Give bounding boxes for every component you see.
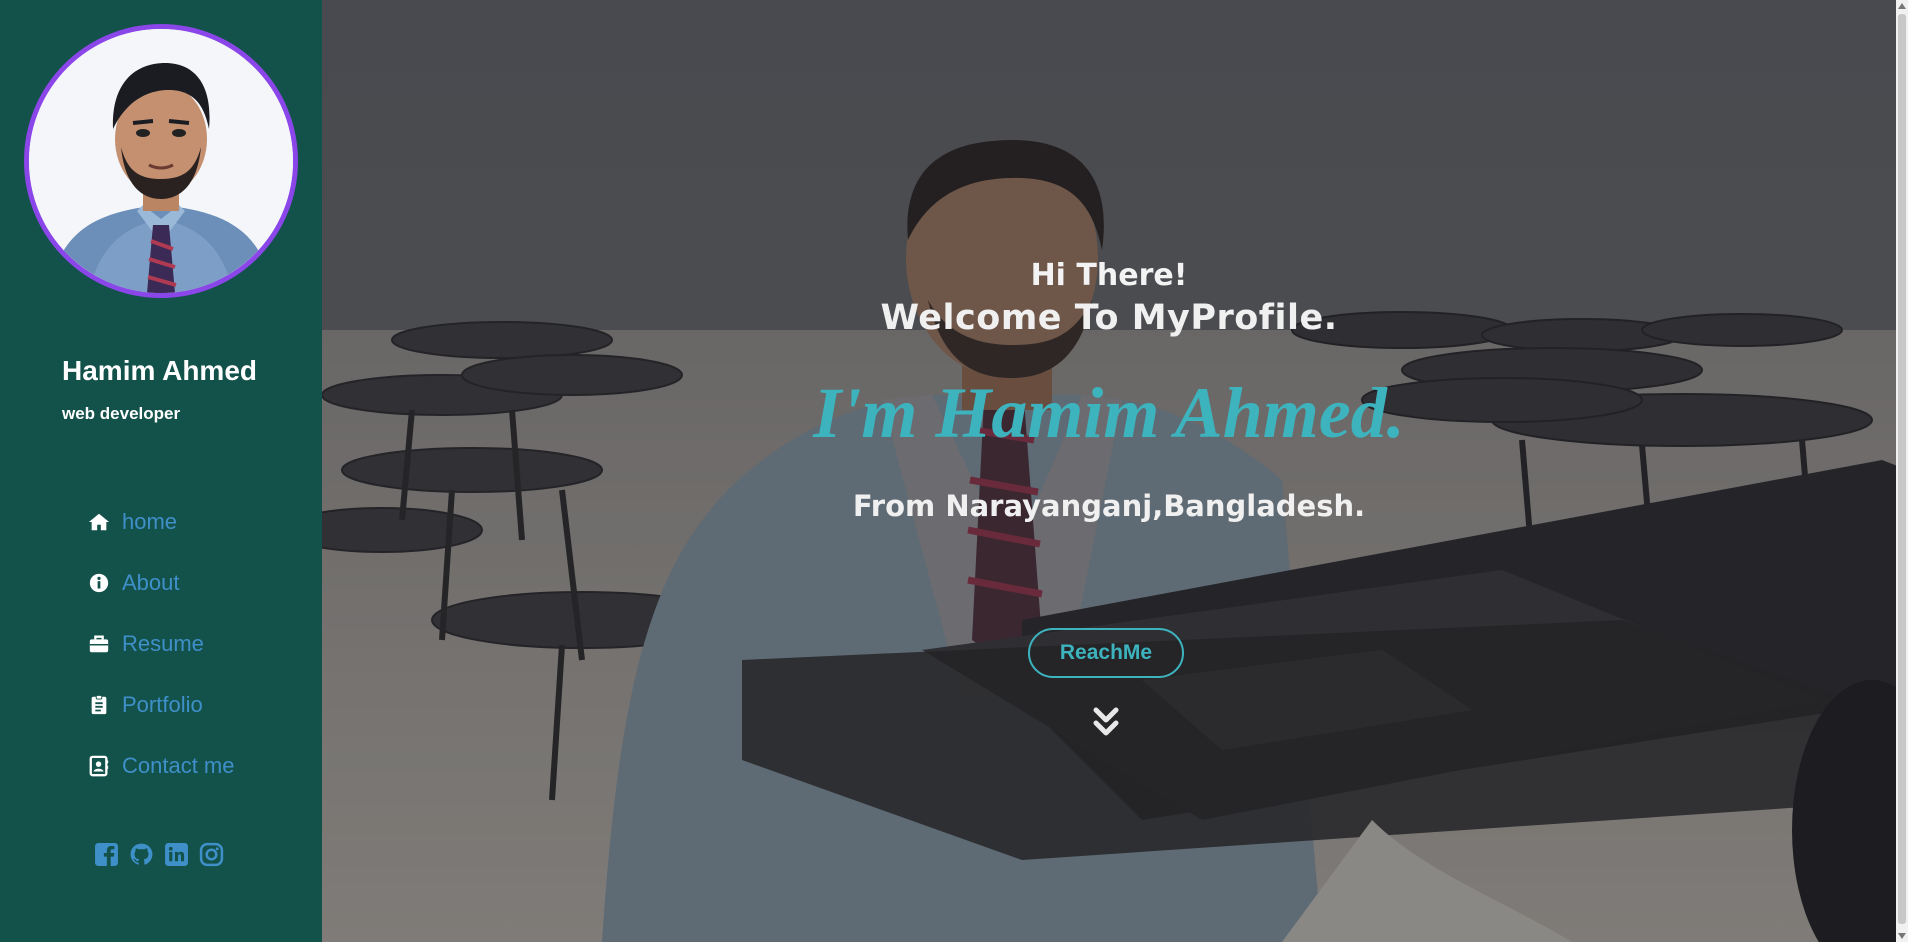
sidebar-item-label: home [122,508,178,534]
profile-photo [29,29,293,293]
hero-location: From Narayanganj,Bangladesh. [852,489,1366,523]
profile-role: web developer [62,404,181,423]
clipboard-icon [86,692,112,718]
hero-section: Hi There! Welcome To MyProfile. I'm Hami… [322,0,1908,942]
profile-name: Hamim Ahmed [62,355,258,386]
hero-welcome: Welcome To MyProfile. [880,298,1338,338]
social-links [93,841,224,867]
info-icon [86,570,112,596]
github-icon[interactable] [128,841,154,867]
instagram-icon[interactable] [198,841,224,867]
scroll-up-icon[interactable] [1898,3,1906,9]
hero-overlay [322,0,1908,942]
linkedin-icon[interactable] [163,841,189,867]
hero-greeting: Hi There! [1030,258,1188,293]
sidebar-nav: home About Resume Portfolio Contact me [86,491,235,796]
sidebar-item-portfolio[interactable]: Portfolio [86,674,235,735]
facebook-icon[interactable] [93,841,119,867]
sidebar-item-about[interactable]: About [86,552,235,613]
avatar [24,24,298,298]
reach-me-button[interactable]: ReachMe [1028,628,1184,678]
page-scrollbar[interactable] [1896,0,1908,942]
sidebar-item-label: About [122,569,180,595]
sidebar-item-label: Resume [122,630,204,656]
home-icon [86,509,112,535]
sidebar-item-home[interactable]: home [86,491,235,552]
sidebar: Hamim Ahmed web developer home About Res… [0,0,322,942]
scrollbar-thumb[interactable] [1898,14,1906,924]
chevron-double-down-icon[interactable] [1092,706,1120,738]
sidebar-item-label: Portfolio [122,691,203,717]
scroll-down-icon[interactable] [1898,933,1906,939]
briefcase-icon [86,631,112,657]
sidebar-item-label: Contact me [122,752,235,778]
hero-headline: I'm Hamim Ahmed. [813,373,1405,453]
contact-icon [86,753,112,779]
sidebar-item-contact[interactable]: Contact me [86,735,235,796]
sidebar-item-resume[interactable]: Resume [86,613,235,674]
